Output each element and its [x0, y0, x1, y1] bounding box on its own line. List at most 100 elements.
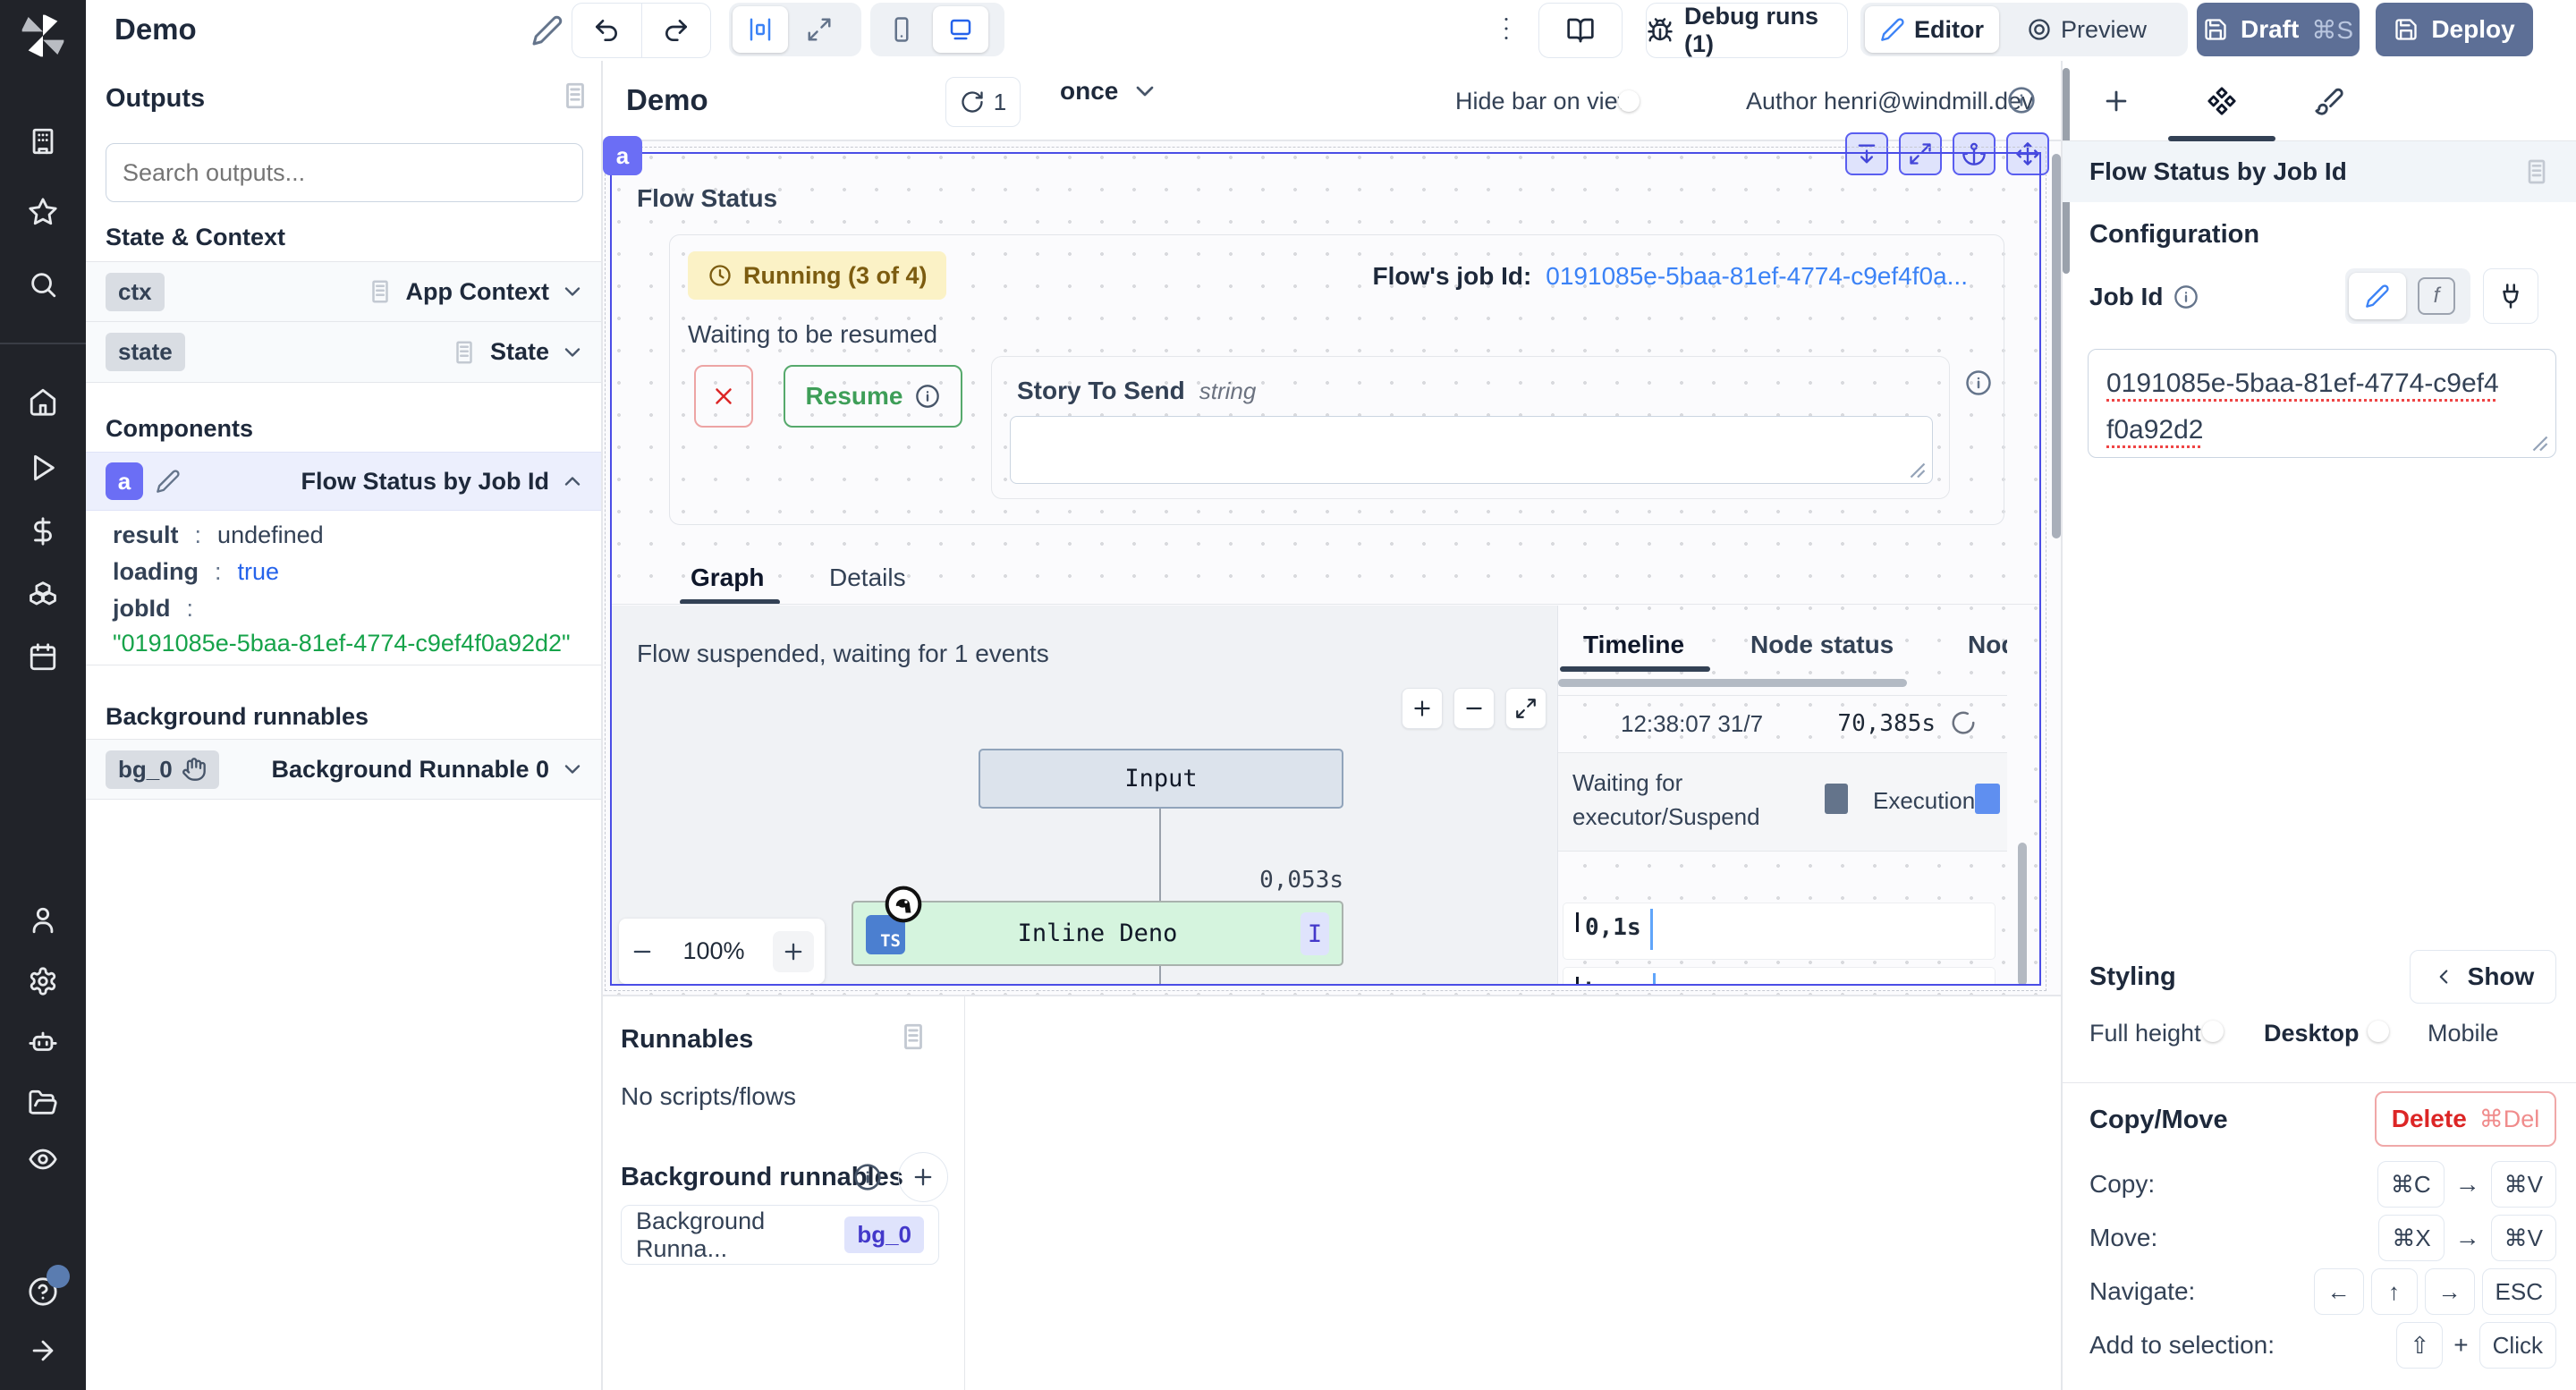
prop-key: loading — [113, 558, 199, 586]
schedule-dropdown[interactable]: once — [1060, 77, 1159, 106]
redo-button[interactable] — [642, 16, 711, 45]
mobile-view-button[interactable] — [874, 16, 929, 43]
chevron-down-icon — [1131, 77, 1159, 106]
component-settings-icon[interactable] — [2195, 81, 2249, 122]
runnables-doc-icon[interactable] — [898, 1021, 928, 1052]
tab-graph[interactable]: Graph — [691, 564, 764, 592]
graph-zoom-in-button[interactable] — [1402, 688, 1443, 729]
graph-node-input[interactable]: Input — [979, 749, 1343, 809]
tab-node-status[interactable]: Node status — [1750, 631, 1894, 659]
insert-component-plus-icon[interactable] — [2089, 81, 2143, 122]
shortcut-label: Move: — [2089, 1224, 2157, 1252]
info-icon[interactable] — [1965, 369, 1992, 396]
chevron-down-icon[interactable] — [560, 757, 585, 782]
delete-button[interactable]: Delete ⌘Del — [2375, 1091, 2556, 1147]
flow-status-component[interactable]: Flow Status Running (3 of 4) Flow's job … — [610, 152, 2041, 986]
prop-sep: : — [215, 558, 222, 586]
rename-pencil-icon[interactable] — [531, 14, 564, 47]
settings-gear-icon[interactable] — [28, 966, 58, 996]
graph-fit-button[interactable] — [1505, 688, 1546, 729]
connect-plug-button[interactable] — [2483, 268, 2538, 324]
chevron-up-icon[interactable] — [560, 469, 585, 494]
graph-node-inline-deno[interactable]: Inline Deno TS I — [852, 901, 1343, 966]
kbd-key: ↑ — [2371, 1268, 2418, 1315]
search-icon[interactable] — [28, 269, 58, 300]
fullwidth-layout-button[interactable] — [792, 16, 847, 43]
tab-editor[interactable]: Editor — [1865, 6, 1999, 53]
layout-toggle-group — [729, 3, 861, 56]
folders-icon[interactable] — [28, 1088, 58, 1118]
zoom-out-icon[interactable] — [630, 939, 655, 964]
component-row-a[interactable]: a Flow Status by Job Id — [86, 452, 601, 511]
legend-waiting-line2: executor/Suspend — [1572, 803, 1760, 831]
workspace-building-icon[interactable] — [28, 126, 58, 157]
timeline-row1-duration: 0,1s — [1585, 914, 1641, 941]
prop-value: undefined — [217, 521, 324, 549]
resources-boxes-icon[interactable] — [28, 578, 58, 608]
state-doc-icon[interactable] — [451, 339, 478, 366]
ctx-row[interactable]: ctx App Context — [86, 261, 601, 322]
docs-book-button[interactable] — [1538, 3, 1623, 58]
bg-runnable-item[interactable]: Background Runna... bg_0 — [621, 1205, 939, 1265]
resize-handle-icon[interactable] — [1910, 462, 1926, 479]
styling-brush-icon[interactable] — [2302, 81, 2356, 122]
cancel-button[interactable] — [694, 365, 753, 428]
styling-show-button[interactable]: Show — [2410, 950, 2556, 1004]
schedules-calendar-icon[interactable] — [28, 642, 58, 673]
audit-eye-icon[interactable] — [28, 1144, 58, 1174]
panel-doc-icon[interactable] — [2522, 157, 2551, 186]
chevron-down-icon[interactable] — [560, 340, 585, 365]
styling-title: Styling — [2089, 962, 2176, 992]
fx-expression-button[interactable]: f — [2410, 277, 2463, 315]
info-icon[interactable] — [853, 1163, 882, 1191]
state-row[interactable]: state State — [86, 322, 601, 383]
edit-pencil-icon[interactable] — [156, 469, 181, 494]
outputs-doc-icon[interactable] — [560, 81, 590, 111]
tab-node-def[interactable]: Node — [1968, 631, 2007, 659]
chevron-down-icon[interactable] — [560, 279, 585, 304]
undo-button[interactable] — [572, 4, 642, 57]
variables-dollar-icon[interactable] — [28, 516, 58, 547]
deploy-button[interactable]: Deploy — [2376, 3, 2533, 56]
author-info-icon[interactable] — [2007, 86, 2036, 114]
favorites-star-icon[interactable] — [28, 197, 58, 227]
canvas-vertical-scrollbar[interactable] — [2052, 154, 2061, 538]
windmill-logo-icon[interactable] — [18, 11, 68, 61]
ctx-doc-icon[interactable] — [367, 278, 394, 305]
more-options-kebab-icon[interactable] — [1490, 13, 1522, 45]
static-input-pencil-button[interactable] — [2349, 273, 2406, 319]
graph-zoom-out-button[interactable] — [1453, 688, 1495, 729]
timeline-tabs-scrollbar[interactable] — [1558, 679, 1907, 687]
story-textarea[interactable] — [1010, 416, 1933, 484]
zoom-in-icon[interactable] — [773, 931, 814, 972]
job-id-link[interactable]: 0191085e-5baa-81ef-4774-c9ef4f0a... — [1546, 262, 1968, 291]
deploy-label: Deploy — [2431, 15, 2514, 44]
resize-handle-icon[interactable] — [2532, 436, 2548, 452]
search-outputs-input[interactable] — [106, 143, 583, 202]
users-person-icon[interactable] — [28, 905, 58, 936]
debug-runs-button[interactable]: Debug runs (1) — [1646, 3, 1848, 58]
workers-robot-icon[interactable] — [28, 1027, 58, 1057]
desktop-view-button[interactable] — [933, 6, 988, 53]
component-tag-a[interactable]: a — [603, 136, 642, 175]
draft-button[interactable]: Draft ⌘S — [2197, 3, 2360, 56]
prop-key: result — [113, 521, 179, 549]
add-bg-runnable-button[interactable] — [898, 1152, 948, 1202]
runs-play-icon[interactable] — [28, 453, 58, 483]
bg-runnable-row[interactable]: bg_0 Background Runnable 0 — [86, 739, 601, 800]
shortcut-label: Copy: — [2089, 1170, 2155, 1199]
info-icon[interactable] — [2174, 284, 2199, 309]
refresh-counter-button[interactable]: 1 — [945, 77, 1021, 127]
tab-details[interactable]: Details — [829, 564, 906, 592]
tab-preview[interactable]: Preview — [2004, 16, 2170, 44]
resume-button[interactable]: Resume — [784, 365, 962, 428]
centered-layout-button[interactable] — [733, 6, 788, 53]
collapse-arrow-right-icon[interactable] — [28, 1335, 58, 1366]
job-id-textarea[interactable]: 0191085e-5baa-81ef-4774-c9ef4f0a92d2 — [2088, 349, 2556, 458]
home-icon[interactable] — [28, 386, 58, 417]
legend-waiting-swatch — [1825, 784, 1848, 814]
component-inner-scrollbar[interactable] — [2018, 843, 2027, 986]
editor-label: Editor — [1914, 16, 1984, 44]
flow-graph-region[interactable]: Flow suspended, waiting for 1 events Inp… — [612, 606, 1558, 986]
tab-timeline[interactable]: Timeline — [1583, 631, 1684, 659]
